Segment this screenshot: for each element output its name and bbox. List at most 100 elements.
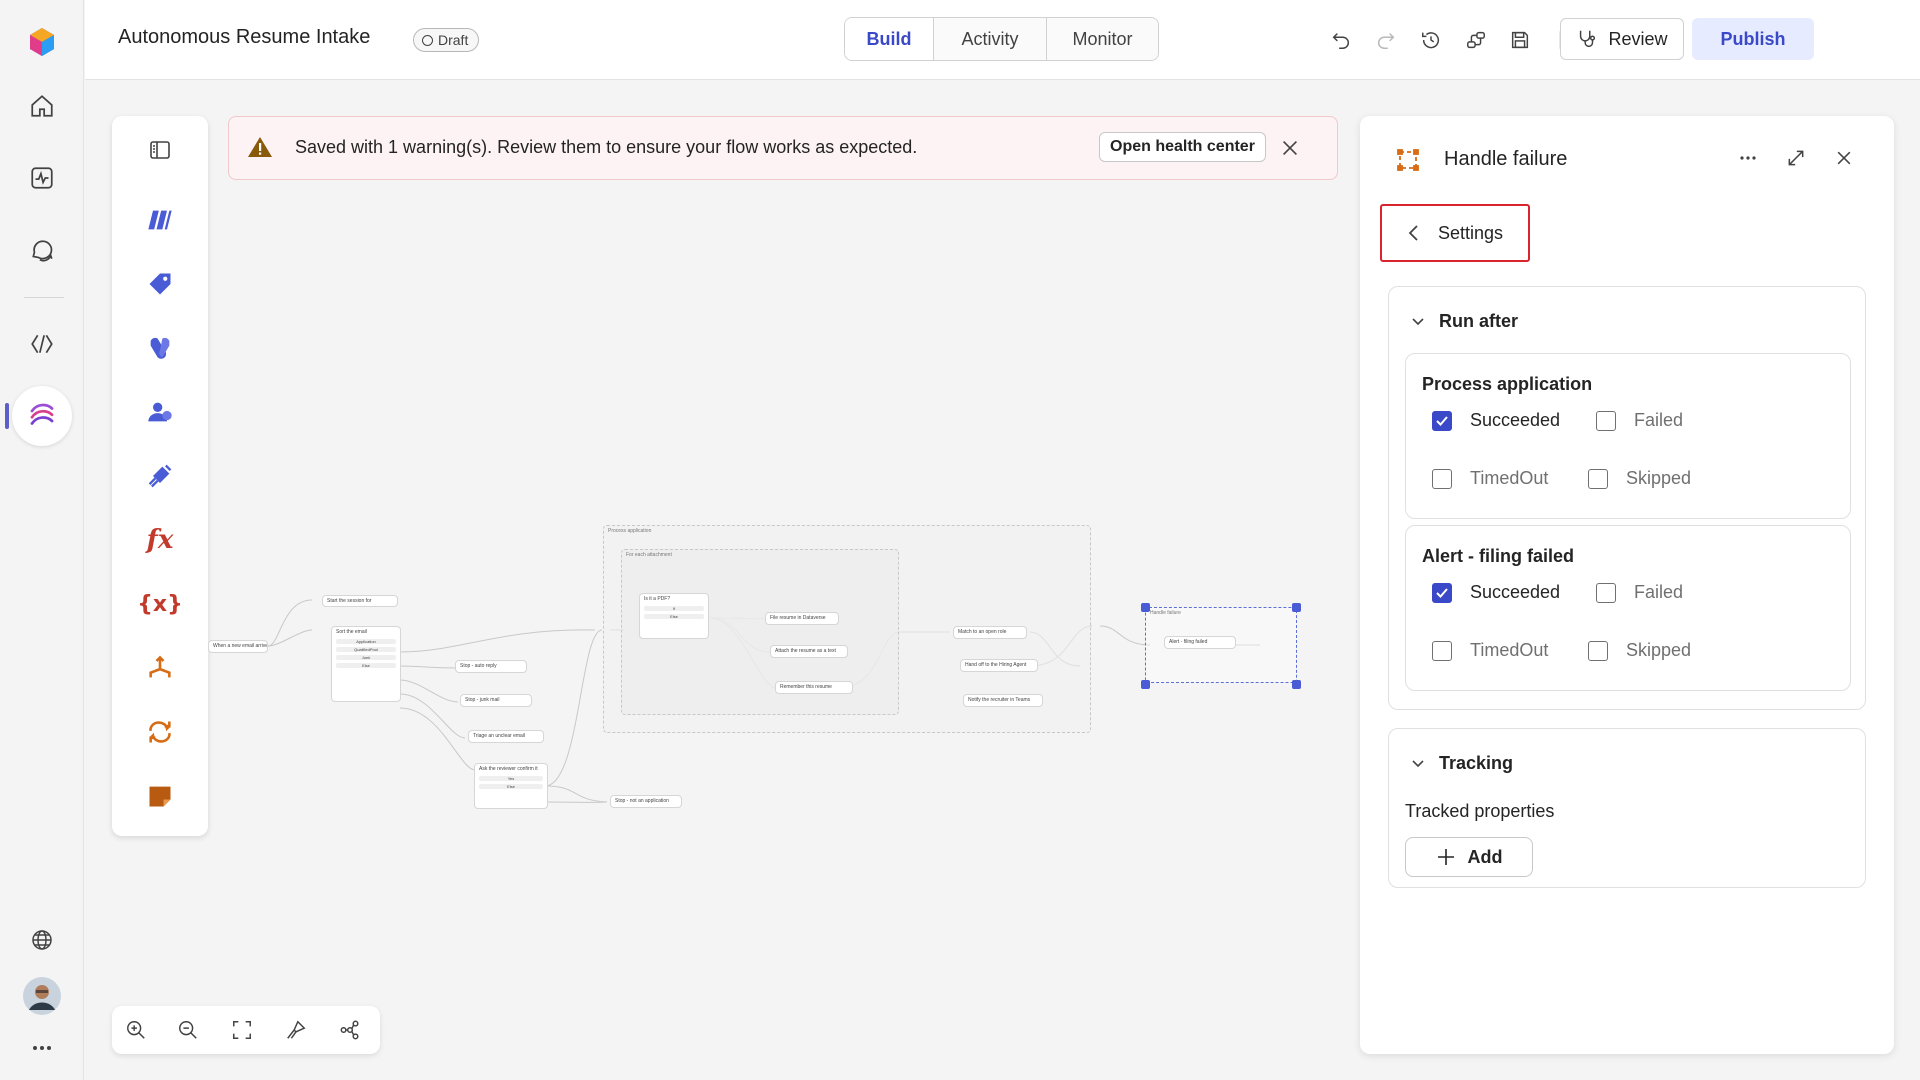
flow-node[interactable]: Sort the email Application QualifiedPool… [331,626,401,702]
checkbox-failed[interactable]: Failed [1596,582,1683,603]
tab-monitor[interactable]: Monitor [1047,18,1158,60]
flow-node[interactable]: Is it a PDF? If Else [639,593,709,639]
flow-node[interactable]: Alert - filing failed [1164,636,1236,649]
selection-handle[interactable] [1292,680,1301,689]
tab-activity[interactable]: Activity [934,18,1047,60]
checkbox-label: Skipped [1626,468,1692,488]
scope-label: For each attachment [626,552,672,558]
fit-view-icon[interactable] [226,1014,258,1046]
condition-tool-icon[interactable] [140,648,180,688]
panel-title: Handle failure [1444,148,1568,170]
node-label: Is it a PDF? [644,596,671,602]
selection-handle[interactable] [1141,603,1150,612]
add-property-button[interactable]: Add [1405,837,1533,877]
redo-icon[interactable] [1370,24,1402,56]
chevron-down-icon [1412,759,1424,767]
zoom-out-icon[interactable] [172,1014,204,1046]
function-tool-icon[interactable]: fx [140,520,180,560]
checkbox-label: Failed [1634,410,1684,430]
flow-node[interactable]: Stop - not an application [610,795,682,808]
globe-icon[interactable] [20,918,64,962]
chat-icon[interactable] [20,228,64,272]
tracked-properties-label: Tracked properties [1405,801,1555,821]
code-tool-icon[interactable] [140,200,180,240]
human-tool-icon[interactable] [140,392,180,432]
branch-label: Application [336,639,396,644]
tab-build[interactable]: Build [845,18,934,60]
save-icon[interactable] [1504,24,1536,56]
checkmark-icon [1432,410,1452,431]
panel-toggle-icon[interactable] [140,130,180,170]
history-icon[interactable] [1415,24,1447,56]
home-icon[interactable] [20,84,64,128]
checkbox-box [1432,468,1452,489]
more-icon[interactable] [20,1026,64,1070]
zoom-in-icon[interactable] [120,1014,152,1046]
connections-icon[interactable] [1460,24,1492,56]
flow-node[interactable]: Stop - auto reply [455,660,527,673]
publish-button[interactable]: Publish [1692,18,1814,60]
loop-tool-icon[interactable] [140,712,180,752]
flow-node[interactable]: Stop - junk mail [460,694,532,707]
view-tabs: Build Activity Monitor [844,17,1159,61]
checkbox-skipped[interactable]: Skipped [1588,640,1691,661]
flow-icon[interactable] [12,386,72,446]
group-title: Alert - filing failed [1422,546,1575,566]
tag-tool-icon[interactable] [140,264,180,304]
chevron-left-icon [1408,225,1418,241]
flow-node[interactable]: Attach the resume as a text [770,645,848,658]
checkbox-succeeded[interactable]: Succeeded [1432,582,1560,603]
panel-close-icon[interactable] [1834,148,1854,173]
flow-node[interactable]: Triage an unclear email [468,730,544,743]
flow-node[interactable]: Start the session for [322,595,398,607]
tracking-title: Tracking [1439,753,1514,773]
review-label: Review [1608,28,1668,49]
flow-node[interactable]: Match to an open role [953,626,1027,639]
copilot-tool-icon[interactable] [140,328,180,368]
flow-node[interactable]: Ask the reviewer confirm it Yes Else [474,763,548,809]
flow-title[interactable]: Autonomous Resume Intake [118,26,370,49]
clean-up-icon[interactable] [280,1014,312,1046]
user-avatar[interactable] [20,974,64,1018]
checkbox-failed[interactable]: Failed [1596,410,1683,431]
app-logo-icon[interactable] [20,20,64,64]
checkbox-skipped[interactable]: Skipped [1588,468,1691,489]
close-icon[interactable] [1279,137,1301,164]
checkbox-box [1588,468,1608,489]
selection-handle[interactable] [1292,603,1301,612]
warning-message: Saved with 1 warning(s). Review them to … [295,137,918,157]
checkbox-succeeded[interactable]: Succeeded [1432,410,1560,431]
flow-node[interactable]: Notify the recruiter in Teams [963,694,1043,707]
top-bar: Autonomous Resume Intake Draft Build Act… [85,0,1920,80]
run-after-header[interactable]: Run after [1411,311,1518,332]
stethoscope-icon [1580,30,1596,48]
variable-tool-icon[interactable]: {x} [137,584,183,624]
selection-handle[interactable] [1141,680,1150,689]
checkbox-label: Skipped [1626,640,1692,660]
tracking-header[interactable]: Tracking [1411,753,1513,774]
undo-icon[interactable] [1325,24,1357,56]
open-health-center-button[interactable]: Open health center [1099,132,1266,162]
branch-label: QualifiedPool [336,647,396,652]
checkbox-timedout[interactable]: TimedOut [1432,640,1548,661]
review-button[interactable]: Review [1560,18,1684,60]
connector-tool-icon[interactable] [140,456,180,496]
branch-label: Junk [336,655,396,660]
activity-icon[interactable] [20,156,64,200]
settings-back-button[interactable]: Settings [1380,204,1530,262]
code-brackets-icon[interactable] [20,322,64,366]
branch-label: Else [644,614,704,619]
plus-icon [1437,849,1454,865]
scope-label: Process application [608,528,652,534]
panel-more-icon[interactable] [1738,146,1758,175]
flow-node[interactable]: File resume in Dataverse [765,612,839,625]
checkmark-icon [1432,582,1452,603]
status-badge: Draft [413,28,480,52]
expand-icon[interactable] [1786,148,1806,173]
flow-node[interactable]: When a new email arrives [208,640,268,653]
checkbox-timedout[interactable]: TimedOut [1432,468,1548,489]
flow-node[interactable]: Hand off to the Hiring Agent [960,659,1038,672]
minimap-icon[interactable] [334,1014,366,1046]
note-tool-icon[interactable] [140,776,180,816]
flow-node[interactable]: Remember this resume [775,681,853,694]
